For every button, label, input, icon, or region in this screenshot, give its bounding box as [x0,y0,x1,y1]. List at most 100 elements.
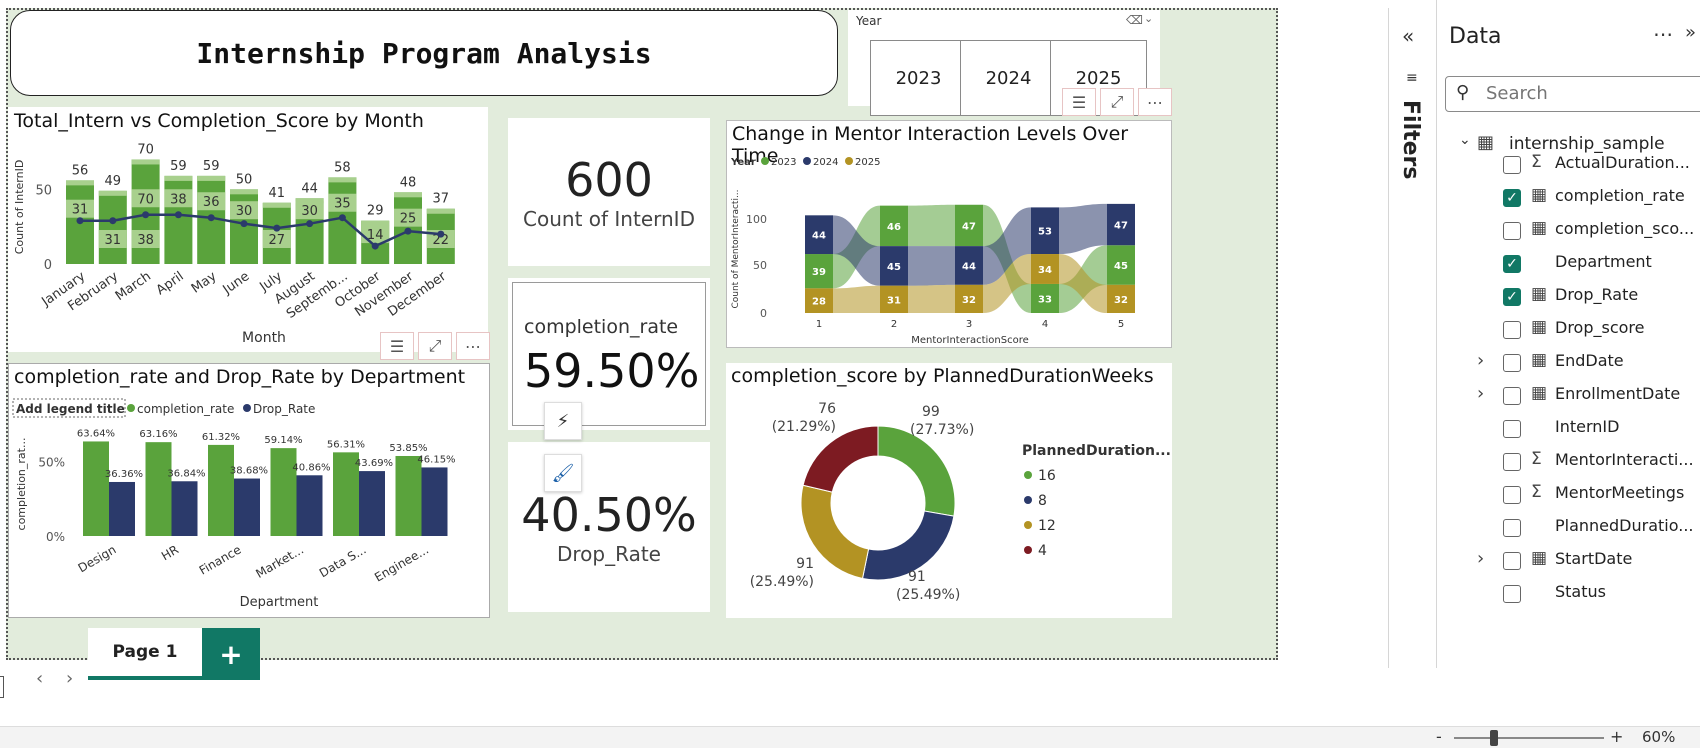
filter-icon[interactable]: ☰ [1062,88,1096,116]
prev-page-icon[interactable]: ‹ [36,668,43,689]
field-row[interactable]: Status [1437,577,1699,609]
tab-page-1[interactable]: Page 1 [88,628,202,680]
focus-mode-icon[interactable]: ⤢ [418,332,452,360]
bar [98,190,127,264]
ribbon-chart-card[interactable]: Change in Mentor Interaction Levels Over… [726,120,1172,348]
more-options-icon[interactable]: ⋯ [1653,22,1673,46]
chevron-down-icon[interactable]: ⌄ [1459,132,1471,148]
month-chart-card[interactable]: Total_Intern vs Completion_Score by Mont… [8,107,488,352]
donut-chart-card[interactable]: completion_score by PlannedDurationWeeks… [726,363,1172,618]
field-row[interactable]: PlannedDuratio... [1437,511,1699,543]
tab-label: Page 1 [112,642,178,662]
report-page: Internship Program Analysis Year ⌫ ⌄ 202… [6,8,1278,660]
field-row[interactable]: Σ ActualDuration... [1437,148,1699,180]
field-checkbox[interactable] [1503,156,1521,174]
zoom-in-button[interactable]: + [1610,727,1623,746]
format-brush-icon[interactable]: 🖌 [544,454,582,492]
quick-insights-icon[interactable]: ⚡ [544,402,582,440]
search-box[interactable]: ⚲ [1445,76,1700,112]
data-label: 56 [72,163,89,178]
field-checkbox[interactable]: ✓ [1503,288,1521,306]
field-checkbox[interactable]: ✓ [1503,255,1521,273]
bar-completion_rate [83,441,109,536]
zoom-slider[interactable] [1454,730,1604,746]
data-label: 36.84% [167,468,205,479]
field-checkbox[interactable] [1503,321,1521,339]
year-button-2023[interactable]: 2023 [870,40,967,116]
field-row[interactable]: ▦ Drop_score [1437,313,1699,345]
field-checkbox[interactable] [1503,486,1521,504]
field-row[interactable]: Σ MentorMeetings [1437,478,1699,510]
bar-completion_rate [395,455,422,536]
field-checkbox[interactable] [1503,387,1521,405]
focus-mode-icon[interactable]: ⤢ [1100,88,1134,116]
next-page-icon[interactable]: › [66,668,73,689]
bar-cap [361,220,390,226]
sigma-icon: Σ [1531,152,1542,172]
x-tick-label: 1 [816,319,822,330]
field-row[interactable]: ✓ ▦ Drop_Rate [1437,280,1699,312]
filters-label[interactable]: Filters [1398,100,1423,180]
eraser-icon[interactable]: ⌫ [1126,13,1143,27]
kpi-drop-card[interactable]: 40.50% Drop_Rate [508,442,710,612]
data-label: 70 [137,142,154,157]
field-checkbox[interactable] [1503,453,1521,471]
chevron-down-icon[interactable]: ⌄ [1144,12,1153,25]
data-label: 32 [962,295,976,306]
filters-pane[interactable]: « ≡ Filters [1388,0,1436,672]
expand-icon[interactable]: » [1685,22,1696,43]
zoom-out-button[interactable]: - [1436,727,1442,746]
zoom-slider-thumb[interactable] [1490,730,1498,746]
chevron-right-icon[interactable]: › [1477,548,1484,569]
x-tick-label: HR [159,542,181,563]
filter-icon[interactable]: ☰ [380,332,414,360]
field-row[interactable]: › ▦ EnrollmentDate [1437,379,1699,411]
field-label: Status [1555,582,1606,601]
dept-chart-card[interactable]: completion_rate and Drop_Rate by Departm… [8,363,490,618]
year-button-2024[interactable]: 2024 [960,40,1057,116]
field-checkbox[interactable] [1503,354,1521,372]
field-row[interactable]: Σ MentorInteracti... [1437,445,1699,477]
field-row[interactable]: › ▦ StartDate [1437,544,1699,576]
legend-marker [845,157,853,165]
field-label: completion_sco... [1555,219,1695,238]
field-row[interactable]: › ▦ EndDate [1437,346,1699,378]
data-label: 56.31% [327,439,365,450]
chevron-right-icon[interactable]: › [1477,350,1484,371]
x-tick-label: June [220,269,253,298]
more-options-icon[interactable]: ⋯ [1138,88,1172,116]
field-checkbox[interactable]: ✓ [1503,189,1521,207]
search-input[interactable] [1486,83,1686,104]
y-axis-label: Count of MentorInteracti... [731,189,741,308]
legend-label: Drop_Rate [253,402,315,416]
line-point [142,211,150,219]
field-checkbox[interactable] [1503,222,1521,240]
field-checkbox[interactable] [1503,519,1521,537]
field-row[interactable]: ▦ completion_sco... [1437,214,1699,246]
legend-marker [1024,496,1032,504]
field-row[interactable]: InternID [1437,412,1699,444]
collapse-icon[interactable]: « [1402,24,1414,48]
kpi-count-card[interactable]: 600 Count of InternID [508,118,710,266]
field-row[interactable]: ✓ Department [1437,247,1699,279]
calendar-icon: ▦ [1531,383,1548,403]
title-box[interactable]: Internship Program Analysis [10,10,838,96]
more-options-icon[interactable]: ⋯ [456,332,490,360]
field-checkbox[interactable] [1503,420,1521,438]
bar-cap [230,189,258,195]
x-axis-label: Department [240,595,319,610]
zoom-level: 60% [1642,728,1676,746]
bar-cap [394,192,422,198]
legend-marker [1024,521,1032,529]
field-row[interactable]: ✓ ▦ completion_rate [1437,181,1699,213]
chevron-right-icon[interactable]: › [1477,383,1484,404]
data-label: 53 [1038,227,1052,238]
add-page-button[interactable]: + [202,628,260,680]
y-tick-label: 0% [46,530,65,544]
field-checkbox[interactable] [1503,552,1521,570]
kpi-completion-card[interactable]: completion_rate 59.50% [508,278,710,430]
field-label: completion_rate [1555,186,1685,205]
field-checkbox[interactable] [1503,585,1521,603]
kpi-completion-value: 59.50% [524,344,700,398]
filter-lines-icon: ≡ [1406,70,1418,86]
